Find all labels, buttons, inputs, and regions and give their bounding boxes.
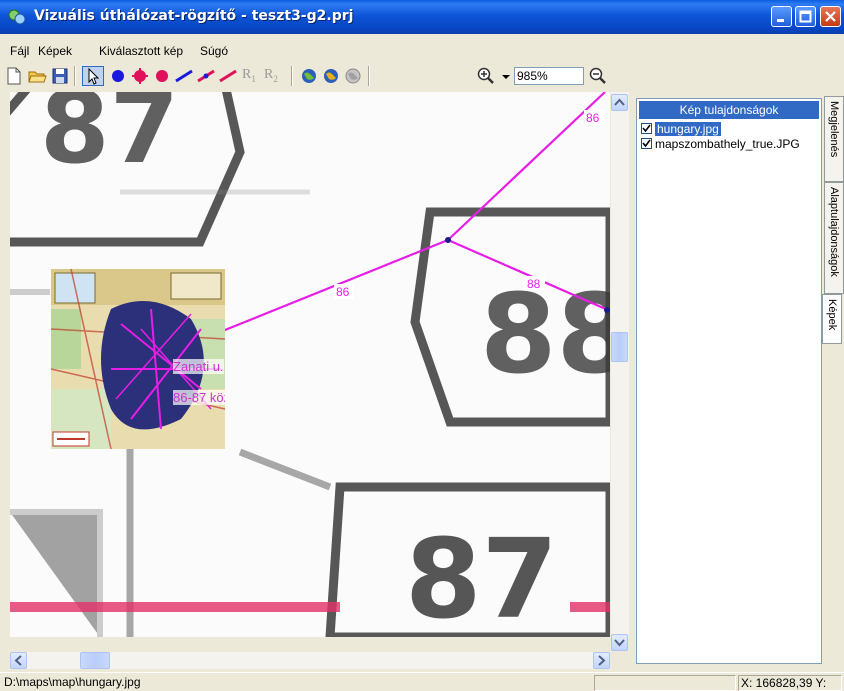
menu-file[interactable]: Fájl — [10, 44, 29, 58]
save-icon[interactable] — [50, 66, 70, 86]
globe-icon[interactable] — [299, 66, 319, 86]
point-move-icon[interactable] — [130, 66, 150, 86]
inset-label-street: Zanati u. — [173, 359, 224, 374]
scroll-down-icon — [614, 639, 625, 647]
title-bar[interactable]: Vizuális úthálózat-rögzítő - teszt3-g2.p… — [0, 0, 844, 34]
map-canvas[interactable]: 87 88 87 86 86 88 Zanati u. 86-87 kö — [10, 92, 610, 637]
zoom-in-icon[interactable] — [476, 66, 496, 86]
status-coordinates: X: 166828,39 Y: — [738, 675, 842, 691]
arrow-cursor-icon — [88, 67, 100, 85]
minimize-icon — [777, 19, 784, 22]
line-blue-icon[interactable] — [174, 66, 194, 86]
point-pink-icon[interactable] — [152, 66, 172, 86]
menu-selected-image[interactable]: Kiválasztott kép — [99, 44, 183, 58]
overview-inset-map[interactable]: Zanati u. 86-87 közös — [51, 269, 225, 449]
road-label-86-top: 86 — [586, 111, 600, 125]
line-split-icon[interactable] — [196, 66, 216, 86]
zoom-dropdown-icon[interactable] — [500, 66, 512, 86]
scroll-down-button[interactable] — [611, 634, 628, 651]
horizontal-scroll-thumb[interactable] — [80, 652, 110, 669]
menu-images[interactable]: Képek — [38, 44, 72, 58]
zoom-out-icon[interactable] — [588, 66, 608, 86]
inset-label-shared: 86-87 közös — [173, 390, 225, 405]
window-title: Vizuális úthálózat-rögzítő - teszt3-g2.p… — [34, 8, 354, 24]
select-tool-button[interactable] — [82, 66, 104, 86]
app-window: Vizuális úthálózat-rögzítő - teszt3-g2.p… — [0, 0, 844, 691]
tab-images-label: Képek — [826, 299, 838, 331]
status-bar: D:\maps\map\hungary.jpg X: 166828,39 Y: — [0, 672, 844, 691]
menu-help[interactable]: Súgó — [200, 44, 228, 58]
open-folder-icon[interactable] — [27, 66, 47, 86]
tab-basic-properties[interactable]: Alaptulajdonságok — [824, 182, 844, 294]
vertical-scrollbar[interactable] — [611, 92, 629, 651]
tab-appearance-label: Megjelenés — [828, 101, 840, 158]
image-name: hungary.jpg — [655, 121, 721, 136]
scroll-right-button[interactable] — [593, 652, 610, 669]
image-checkbox[interactable] — [641, 123, 652, 134]
image-properties-panel: Kép tulajdonságok hungary.jpg mapszombat… — [636, 98, 822, 664]
r1-button[interactable]: R1 — [242, 67, 256, 84]
panel-header: Kép tulajdonságok — [639, 101, 819, 119]
line-pink-icon[interactable] — [218, 66, 238, 86]
road-label-86-mid: 86 — [336, 285, 350, 299]
close-icon — [825, 11, 836, 22]
tab-appearance[interactable]: Megjelenés — [824, 96, 844, 182]
globe-disabled-icon[interactable] — [343, 66, 363, 86]
image-list-item[interactable]: mapszombathely_true.JPG — [641, 136, 800, 151]
scroll-left-icon — [14, 655, 22, 666]
image-list-item[interactable]: hungary.jpg — [641, 121, 721, 136]
scroll-up-icon — [614, 98, 625, 106]
zoom-input[interactable]: 985% — [514, 67, 584, 85]
maximize-icon — [799, 10, 812, 23]
app-logo-icon — [8, 9, 26, 25]
image-checkbox[interactable] — [641, 138, 652, 149]
r2-button[interactable]: R2 — [264, 67, 278, 84]
vertical-scroll-thumb[interactable] — [611, 332, 628, 362]
horizontal-scrollbar[interactable] — [10, 652, 610, 669]
tab-images[interactable]: Képek — [822, 294, 842, 344]
tab-basic-properties-label: Alaptulajdonságok — [828, 187, 840, 277]
sign-number-87-top: 87 — [40, 92, 179, 186]
close-button[interactable] — [820, 6, 841, 27]
globe-add-icon[interactable] — [321, 66, 341, 86]
check-icon — [642, 124, 651, 133]
check-icon — [642, 139, 651, 148]
status-empty-pane — [594, 675, 736, 691]
maximize-button[interactable] — [795, 6, 816, 27]
toolbar: R1 R2 985% — [0, 62, 844, 90]
sign-number-87-bottom: 87 — [405, 515, 558, 637]
road-label-88: 88 — [527, 277, 541, 291]
scroll-left-button[interactable] — [10, 652, 27, 669]
menu-bar: Fájl Képek Kiválasztott kép Súgó — [0, 34, 844, 62]
status-path: D:\maps\map\hungary.jpg — [4, 675, 141, 689]
scroll-up-button[interactable] — [611, 94, 628, 111]
point-blue-icon[interactable] — [108, 66, 128, 86]
new-file-icon[interactable] — [4, 66, 24, 86]
minimize-button[interactable] — [771, 6, 792, 27]
image-name: mapszombathely_true.JPG — [655, 136, 800, 151]
scroll-right-icon — [598, 655, 606, 666]
